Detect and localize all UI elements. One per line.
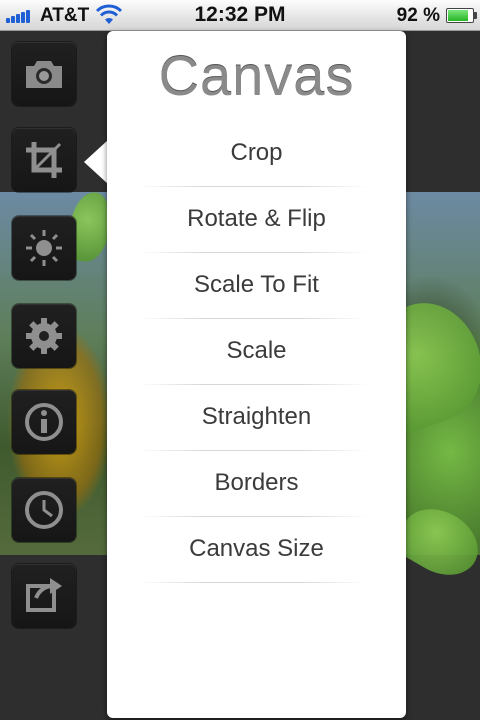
menu-item-scale[interactable]: Scale	[107, 319, 406, 385]
app-screen: AT&T 12:32 PM 92 % Canvas Crop Rotate & …	[0, 0, 480, 720]
popover-arrow	[84, 140, 108, 184]
menu-item-scale-to-fit[interactable]: Scale To Fit	[107, 253, 406, 319]
canvas-menu: Crop Rotate & Flip Scale To Fit Scale St…	[107, 121, 406, 583]
menu-item-rotate-flip[interactable]: Rotate & Flip	[107, 187, 406, 253]
battery-icon	[446, 8, 477, 23]
clock-icon	[25, 491, 63, 529]
history-button[interactable]	[12, 478, 76, 542]
crop-icon	[26, 142, 62, 178]
camera-button[interactable]	[12, 42, 76, 106]
info-icon	[25, 403, 63, 441]
camera-icon	[26, 61, 62, 88]
brightness-icon	[26, 230, 62, 266]
canvas-popover: Canvas Crop Rotate & Flip Scale To Fit S…	[107, 31, 406, 718]
share-icon	[26, 578, 62, 612]
adjust-button[interactable]	[12, 216, 76, 280]
menu-item-straighten[interactable]: Straighten	[107, 385, 406, 451]
menu-item-crop[interactable]: Crop	[107, 121, 406, 187]
share-button[interactable]	[12, 564, 76, 628]
gear-icon	[26, 318, 62, 354]
battery-percentage: 92 %	[396, 5, 440, 26]
menu-item-borders[interactable]: Borders	[107, 451, 406, 517]
info-button[interactable]	[12, 390, 76, 454]
popover-title: Canvas	[158, 44, 355, 107]
menu-item-canvas-size[interactable]: Canvas Size	[107, 517, 406, 583]
effects-button[interactable]	[12, 304, 76, 368]
canvas-tool-button[interactable]	[12, 128, 76, 192]
status-bar: AT&T 12:32 PM 92 %	[0, 0, 480, 31]
